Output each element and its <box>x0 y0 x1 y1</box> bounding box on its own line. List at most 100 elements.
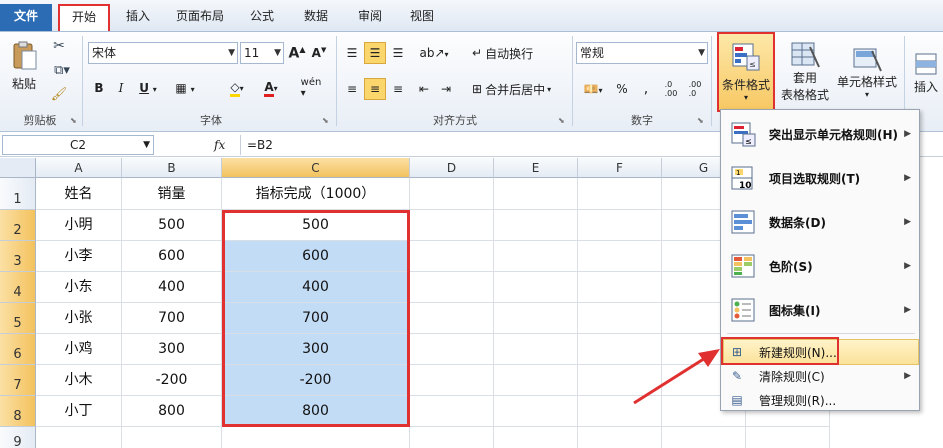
cell-d1[interactable] <box>410 178 494 210</box>
cell-d9[interactable] <box>410 427 494 448</box>
cell-c9[interactable] <box>222 427 410 448</box>
row-header-8[interactable]: 8 <box>0 396 36 427</box>
cell-b1[interactable]: 销量 <box>122 178 222 210</box>
phonetic-button[interactable]: wén ▾ <box>296 76 326 100</box>
currency-button[interactable]: 💴▾ <box>578 78 608 100</box>
cell-c5[interactable]: 700 <box>222 303 410 334</box>
row-header-6[interactable]: 6 <box>0 334 36 365</box>
tab-formulas[interactable]: 公式 <box>240 5 284 31</box>
font-size-combo[interactable]: 11 ▼ <box>240 42 284 64</box>
comma-button[interactable]: , <box>636 78 656 100</box>
cell-f3[interactable] <box>578 241 662 272</box>
menu-item-clear-rules[interactable]: ✎ 清除规则(C) ▶ <box>721 364 919 388</box>
row-header-3[interactable]: 3 <box>0 241 36 272</box>
cell-b5[interactable]: 700 <box>122 303 222 334</box>
insert-function-button[interactable]: fx <box>214 135 236 155</box>
cell-c7[interactable]: -200 <box>222 365 410 396</box>
align-middle-button[interactable]: ☰ <box>364 42 386 64</box>
copy-button[interactable]: ⧉▾ <box>48 60 76 80</box>
cell-g9[interactable] <box>662 427 746 448</box>
cell-e2[interactable] <box>494 210 578 241</box>
tab-page-layout[interactable]: 页面布局 <box>168 5 232 31</box>
cell-b6[interactable]: 300 <box>122 334 222 365</box>
font-color-button[interactable]: A ▾ <box>256 78 286 98</box>
menu-item-data-bars[interactable]: 数据条(D) ▶ <box>721 200 919 244</box>
cell-a8[interactable]: 小丁 <box>36 396 122 427</box>
menu-item-highlight-rules[interactable]: ≤ 突出显示单元格规则(H) ▶ <box>721 112 919 156</box>
cell-e6[interactable] <box>494 334 578 365</box>
cell-a3[interactable]: 小李 <box>36 241 122 272</box>
paste-button[interactable]: 粘贴 <box>6 36 42 96</box>
decrease-decimal-button[interactable]: .00.0 <box>684 78 706 100</box>
name-box[interactable]: C2 ▼ <box>2 135 154 155</box>
align-top-button[interactable]: ☰ <box>342 42 362 64</box>
merge-center-button[interactable]: ⊞ 合并后居中 ▾ <box>472 78 568 100</box>
tab-review[interactable]: 审阅 <box>348 5 392 31</box>
percent-button[interactable]: % <box>612 78 632 100</box>
cell-c1[interactable]: 指标完成（1000） <box>222 178 410 210</box>
align-left-button[interactable]: ≡ <box>342 78 362 100</box>
cell-e3[interactable] <box>494 241 578 272</box>
cell-d7[interactable] <box>410 365 494 396</box>
column-header-c[interactable]: C <box>222 158 410 178</box>
cut-button[interactable]: ✂ <box>48 36 70 56</box>
tab-file[interactable]: 文件 <box>0 4 52 31</box>
column-header-b[interactable]: B <box>122 158 222 178</box>
cell-c8[interactable]: 800 <box>222 396 410 427</box>
cell-h9[interactable] <box>746 427 830 448</box>
row-header-2[interactable]: 2 <box>0 210 36 241</box>
cell-a4[interactable]: 小东 <box>36 272 122 303</box>
format-painter-button[interactable]: 🖌 <box>48 84 70 104</box>
cell-c2[interactable]: 500 <box>222 210 410 241</box>
increase-decimal-button[interactable]: .0.00 <box>660 78 682 100</box>
decrease-indent-button[interactable]: ⇤ <box>414 78 434 100</box>
number-format-combo[interactable]: 常规 ▼ <box>576 42 708 64</box>
cell-e8[interactable] <box>494 396 578 427</box>
cell-f1[interactable] <box>578 178 662 210</box>
cell-f9[interactable] <box>578 427 662 448</box>
tab-data[interactable]: 数据 <box>294 5 338 31</box>
cell-styles-button[interactable]: 单元格样式 ▾ <box>834 34 900 110</box>
cell-b8[interactable]: 800 <box>122 396 222 427</box>
tab-home[interactable]: 开始 <box>58 4 110 31</box>
cell-a2[interactable]: 小明 <box>36 210 122 241</box>
align-right-button[interactable]: ≡ <box>388 78 408 100</box>
cell-d6[interactable] <box>410 334 494 365</box>
alignment-launcher-icon[interactable]: ⬊ <box>558 116 565 125</box>
cell-f4[interactable] <box>578 272 662 303</box>
orientation-button[interactable]: ab↗▾ <box>419 42 448 64</box>
cell-a6[interactable]: 小鸡 <box>36 334 122 365</box>
menu-item-manage-rules[interactable]: ▤ 管理规则(R)... <box>721 388 919 412</box>
cell-d3[interactable] <box>410 241 494 272</box>
cell-c4[interactable]: 400 <box>222 272 410 303</box>
menu-item-color-scales[interactable]: 色阶(S) ▶ <box>721 244 919 288</box>
row-header-7[interactable]: 7 <box>0 365 36 396</box>
insert-cells-button[interactable]: 插入 <box>908 34 943 110</box>
cell-b2[interactable]: 500 <box>122 210 222 241</box>
cell-e1[interactable] <box>494 178 578 210</box>
cell-c3[interactable]: 600 <box>222 241 410 272</box>
menu-item-icon-sets[interactable]: 图标集(I) ▶ <box>721 288 919 332</box>
tab-insert[interactable]: 插入 <box>116 5 160 31</box>
clipboard-launcher-icon[interactable]: ⬊ <box>70 116 77 125</box>
cell-d5[interactable] <box>410 303 494 334</box>
cell-f5[interactable] <box>578 303 662 334</box>
menu-item-new-rule[interactable]: ⊞ 新建规则(N)... <box>721 340 919 364</box>
column-header-f[interactable]: F <box>578 158 662 178</box>
conditional-formatting-button[interactable]: ≤ 条件格式 ▾ <box>717 32 775 112</box>
cell-b7[interactable]: -200 <box>122 365 222 396</box>
borders-button[interactable]: ▦ ▾ <box>168 78 202 98</box>
shrink-font-button[interactable]: A▼ <box>310 42 328 64</box>
cell-e7[interactable] <box>494 365 578 396</box>
underline-button[interactable]: U ▾ <box>134 78 162 98</box>
cell-e4[interactable] <box>494 272 578 303</box>
cell-c6[interactable]: 300 <box>222 334 410 365</box>
column-header-e[interactable]: E <box>494 158 578 178</box>
font-launcher-icon[interactable]: ⬊ <box>322 116 329 125</box>
italic-button[interactable]: I <box>112 78 130 98</box>
menu-item-top-bottom-rules[interactable]: 1 10 项目选取规则(T) ▶ <box>721 156 919 200</box>
cell-a9[interactable] <box>36 427 122 448</box>
fill-color-button[interactable]: ◇ ▾ <box>222 78 252 98</box>
increase-indent-button[interactable]: ⇥ <box>436 78 456 100</box>
number-launcher-icon[interactable]: ⬊ <box>697 116 704 125</box>
